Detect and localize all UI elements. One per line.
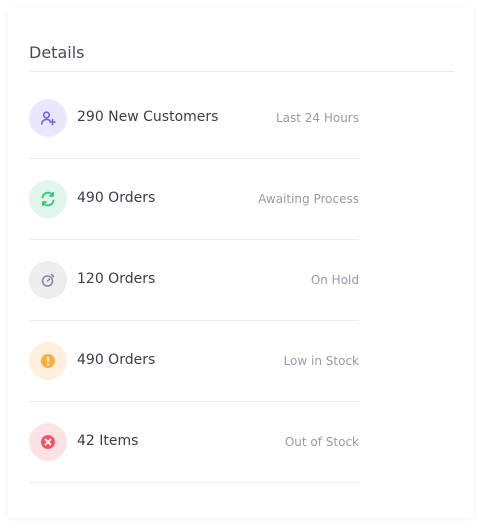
item-meta: Low in Stock [283, 354, 359, 368]
details-list: 290 New Customers Last 24 Hours 490 Orde… [29, 78, 359, 483]
title-divider [29, 71, 454, 72]
details-card: Details 290 New Customers Last 24 Hours [8, 8, 474, 518]
item-meta: Awaiting Process [258, 192, 359, 206]
item-label: 290 New Customers [77, 109, 219, 125]
list-item[interactable]: 490 Orders Awaiting Process [29, 159, 359, 240]
item-label: 490 Orders [77, 190, 156, 206]
item-meta: Last 24 Hours [275, 111, 359, 125]
list-item[interactable]: 42 Items Out of Stock [29, 402, 359, 483]
list-item[interactable]: 120 Orders On Hold [29, 240, 359, 321]
timer-icon [29, 261, 67, 299]
item-label: 42 Items [77, 433, 139, 449]
refresh-icon [29, 180, 67, 218]
item-label: 490 Orders [77, 352, 156, 368]
alert-circle-icon [29, 342, 67, 380]
user-plus-icon [29, 99, 67, 137]
card-title: Details [29, 43, 85, 62]
item-label: 120 Orders [77, 271, 156, 287]
item-meta: Out of Stock [284, 435, 359, 449]
list-item[interactable]: 290 New Customers Last 24 Hours [29, 78, 359, 159]
x-circle-icon [29, 423, 67, 461]
item-meta: On Hold [310, 273, 359, 287]
list-item[interactable]: 490 Orders Low in Stock [29, 321, 359, 402]
